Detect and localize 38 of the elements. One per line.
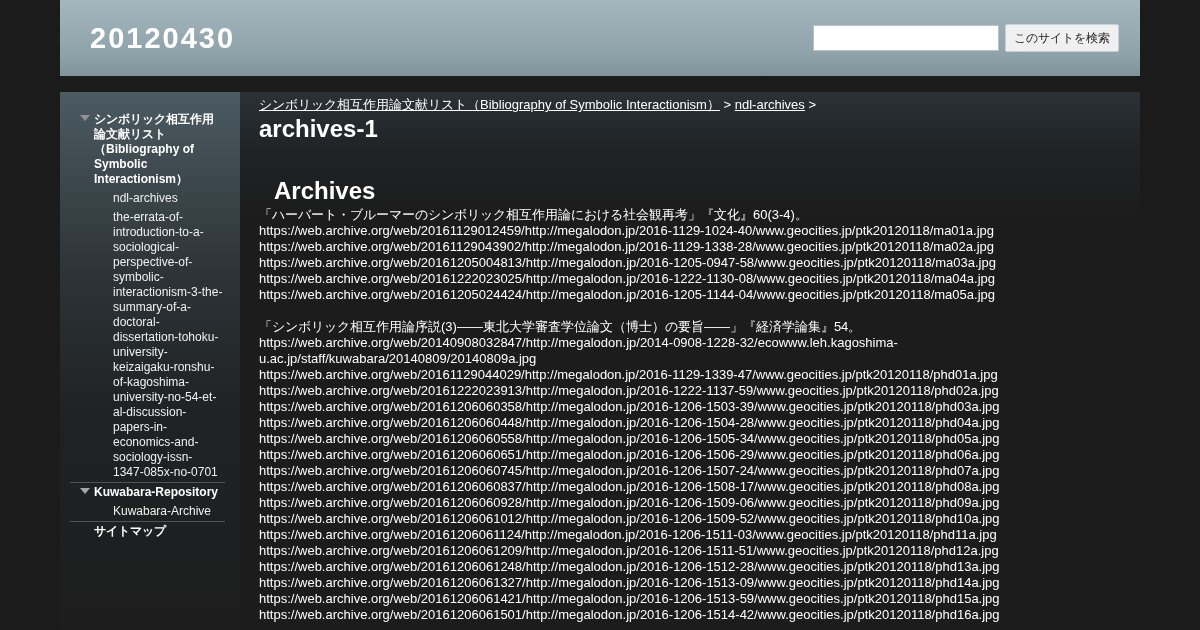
sidebar-subitem[interactable]: ndl-archives [113,189,223,208]
archive-url: https://web.archive.org/web/20161205004813/http://megalodon.jp/2016-1205-0947-58/www.geocities.jp/ptk20120118/ma03a.jpg [259,255,997,271]
citation-text: 「シンボリック相互作用論序説(3)——東北大学審査学位論文（博士）の要旨——」『経済学論集』54。 [259,319,863,335]
archive-url: https://web.archive.org/web/20161206060928/http://megalodon.jp/2016-1206-1509-06/www.geocities.jp/ptk20120118/phd09a.jpg [259,495,1001,511]
expanded-triangle-icon[interactable] [79,488,90,494]
archive-url: https://web.archive.org/web/20161206060448/http://megalodon.jp/2016-1206-1504-28/www.geocities.jp/ptk20120118/phd04a.jpg [259,415,1001,431]
citation-text: 「ハーバート・ブルーマーのシンボリック相互作用論における社会観再考」『文化』60(3-4)。 [259,207,809,223]
archive-url: https://web.archive.org/web/20161205024424/http://megalodon.jp/2016-1205-1144-04/www.geocities.jp/ptk20120118/ma05a.jpg [259,287,996,303]
archive-url: https://web.archive.org/web/20161206060358/http://megalodon.jp/2016-1206-1503-39/www.geocities.jp/ptk20120118/phd03a.jpg [259,399,1001,415]
archive-url: https://web.archive.org/web/20161206061209/http://megalodon.jp/2016-1206-1511-51/www.geocities.jp/ptk20120118/phd12a.jpg [259,543,1000,559]
archive-url: https://web.archive.org/web/20161206061327/http://megalodon.jp/2016-1206-1513-09/www.geocities.jp/ptk20120118/phd14a.jpg [259,575,1001,591]
search-button[interactable]: このサイトを検索 [1005,24,1119,52]
sidebar-subitem[interactable]: Kuwabara-Archive [113,502,223,521]
archive-url: https://web.archive.org/web/20161206060837/http://megalodon.jp/2016-1206-1508-17/www.geocities.jp/ptk20120118/phd08a.jpg [259,479,1001,495]
archive-url: https://web.archive.org/web/20161129043902/http://megalodon.jp/2016-1129-1338-28/www.geocities.jp/ptk20120118/ma02a.jpg [259,239,995,255]
sidebar-item[interactable]: サイトマップ [94,522,225,541]
archive-url: https://web.archive.org/web/20161206061421/http://megalodon.jp/2016-1206-1513-59/www.geocities.jp/ptk20120118/phd15a.jpg [259,591,1001,607]
archive-url: https://web.archive.org/web/20161222023913/http://megalodon.jp/2016-1222-1137-59/www.geocities.jp/ptk20120118/phd02a.jpg [259,383,1000,399]
section-heading: Archives [274,177,377,205]
breadcrumb-link[interactable]: ndl-archives [734,97,805,112]
breadcrumb-separator: > [808,97,817,112]
archive-url: https://web.archive.org/web/20161206061501/http://megalodon.jp/2016-1206-1514-42/www.geocities.jp/ptk20120118/phd16a.jpg [259,607,1001,623]
archive-url: https://web.archive.org/web/20161222023025/http://megalodon.jp/2016-1222-1130-08/www.geocities.jp/ptk20120118/ma04a.jpg [259,271,996,287]
sidebar-item[interactable]: Kuwabara-Repository [94,483,225,502]
archive-url: https://web.archive.org/web/20161206060745/http://megalodon.jp/2016-1206-1507-24/www.geocities.jp/ptk20120118/phd07a.jpg [259,463,1001,479]
archive-url: https://web.archive.org/web/20161206061124/http://megalodon.jp/2016-1206-1511-03/www.geocities.jp/ptk20120118/phd11a.jpg [259,527,998,543]
search-field[interactable] [813,25,999,51]
archive-url: https://web.archive.org/web/20161206060651/http://megalodon.jp/2016-1206-1506-29/www.geocities.jp/ptk20120118/phd06a.jpg [259,447,1001,463]
archive-url: https://web.archive.org/web/20161206061248/http://megalodon.jp/2016-1206-1512-28/www.geocities.jp/ptk20120118/phd13a.jpg [259,559,1001,575]
archive-url: https://web.archive.org/web/20161129012459/http://megalodon.jp/2016-1129-1024-40/www.geocities.jp/ptk20120118/ma01a.jpg [259,223,995,239]
sidebar-item[interactable]: シンボリック相互作用論文献リスト（Bibliography of Symbolic Interactionism） [94,110,225,189]
sidebar-subitem[interactable]: the-errata-of-introduction-to-a-sociological-perspective-of-symbolic-interactionism-3-the-summary-of-a-doctoral-dissertation-tohoku-university-keizaigaku-ronshu-of-kagoshima-university-no-54-et-al-discussion-papers-in-economics-and-sociology-issn-1347-085x-no-0701 [113,208,223,482]
archive-url: https://web.archive.org/web/20161206060558/http://megalodon.jp/2016-1206-1505-34/www.geocities.jp/ptk20120118/phd05a.jpg [259,431,1001,447]
breadcrumb-link[interactable]: シンボリック相互作用論文献リスト（Bibliography of Symbolic Interactionism） [259,97,720,112]
archive-url: https://web.archive.org/web/20161206061012/http://megalodon.jp/2016-1206-1509-52/www.geocities.jp/ptk20120118/phd10a.jpg [259,511,1001,527]
archive-url: https://web.archive.org/web/20161129044029/http://megalodon.jp/2016-1129-1339-47/www.geocities.jp/ptk20120118/phd01a.jpg [259,367,999,383]
page-title: archives-1 [259,115,379,143]
breadcrumb-separator: > [723,97,732,112]
